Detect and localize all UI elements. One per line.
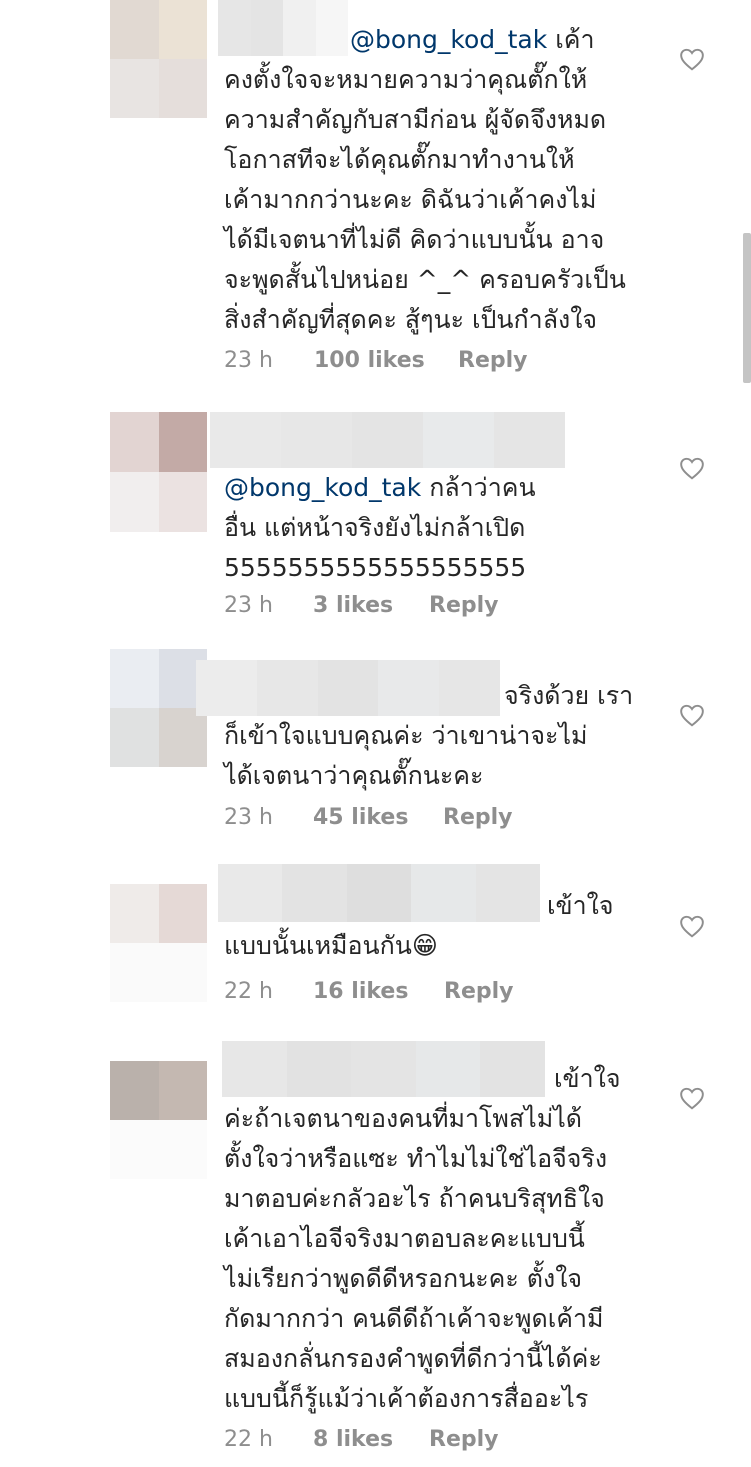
blur-block xyxy=(352,412,423,468)
comment-line: เค้าเอาไอจีจริงมาตอบละคะแบบนี้ xyxy=(224,1224,585,1253)
comment-line: 5555555555555555555 xyxy=(224,553,527,582)
avatar-pixel xyxy=(110,472,159,532)
comment-text: จริงด้วย เรา ก็เข้าใจแบบคุณค่ะ ว่าเขาน่า… xyxy=(224,676,664,796)
comment-line: จริงด้วย เรา xyxy=(504,681,634,710)
likes-count[interactable]: 8 likes xyxy=(313,1427,393,1452)
comment-line: เข้าใจ xyxy=(554,1064,621,1093)
reply-button[interactable]: Reply xyxy=(429,1427,499,1452)
comment-line: โอกาสทีจะได้คุณตั๊กมาทำงานให้ xyxy=(224,145,575,174)
comment-time: 23 h xyxy=(224,348,273,373)
comment: @bong_kod_tak กล้าว่าคน อื่น แต่หน้าจริง… xyxy=(0,410,751,640)
blur-block xyxy=(210,412,281,468)
comment-line: ความสำคัญกับสามีก่อน ผู้จัดจึงหมด xyxy=(224,105,607,134)
likes-count[interactable]: 100 likes xyxy=(314,348,425,373)
avatar[interactable] xyxy=(110,412,207,532)
comment: จริงด้วย เรา ก็เข้าใจแบบคุณค่ะ ว่าเขาน่า… xyxy=(0,648,751,848)
comment-line: แบบนี้ก็รู้แม้ว่าเค้าต้องการสื่ออะไร xyxy=(224,1384,589,1413)
reply-button[interactable]: Reply xyxy=(458,348,528,373)
avatar-pixel xyxy=(110,1120,159,1179)
avatar-pixel xyxy=(158,1120,207,1179)
comment-line: ไม่เรียกว่าพูดดีดีหรอกนะคะ ตั้งใจ xyxy=(224,1264,583,1293)
heart-icon[interactable] xyxy=(679,47,705,71)
comment-line: @bong_kod_tak กล้าว่าคน xyxy=(224,468,664,508)
blur-block xyxy=(494,412,565,468)
comment: เข้าใจ ค่ะถ้าเจตนาของคนที่มาโพสไม่ได้ ตั… xyxy=(0,1040,751,1467)
avatar-pixel xyxy=(158,412,207,472)
comment-line: มาตอบค่ะกลัวอะไร ถ้าคนบริสุทธิใจ xyxy=(224,1184,605,1213)
avatar-pixel xyxy=(110,884,159,943)
comment-line-text: เค้า xyxy=(555,25,595,54)
comment-line: สมองกลั่นกรองคำพูดที่ดีกว่านี้ได้ค่ะ xyxy=(224,1344,602,1373)
reply-button[interactable]: Reply xyxy=(429,593,499,618)
avatar-pixel xyxy=(110,649,159,708)
mention-link[interactable]: @bong_kod_tak xyxy=(224,473,421,502)
comment-line: เข้าใจ xyxy=(547,891,614,920)
likes-count[interactable]: 16 likes xyxy=(313,979,408,1004)
comment-line: ได้เจตนาว่าคุณตั๊กนะคะ xyxy=(224,761,484,790)
avatar-pixel xyxy=(158,708,207,767)
comment-line: ก็เข้าใจแบบคุณค่ะ ว่าเขาน่าจะไม่ xyxy=(224,721,588,750)
heart-icon[interactable] xyxy=(679,914,705,938)
avatar-pixel xyxy=(158,1061,207,1120)
heart-icon[interactable] xyxy=(679,703,705,727)
avatar-pixel xyxy=(110,708,159,767)
likes-count[interactable]: 45 likes xyxy=(313,805,408,830)
avatar[interactable] xyxy=(110,884,207,1002)
comment-time: 22 h xyxy=(224,1427,273,1452)
avatar[interactable] xyxy=(110,0,207,118)
avatar-pixel xyxy=(158,59,207,118)
avatar-pixel xyxy=(158,0,207,59)
comment-line: @bong_kod_tak เค้า xyxy=(224,20,664,60)
comment-line-text: กล้าว่าคน xyxy=(429,473,536,502)
comment-text: @bong_kod_tak กล้าว่าคน อื่น แต่หน้าจริง… xyxy=(224,468,664,588)
heart-icon[interactable] xyxy=(679,1086,705,1110)
blur-block xyxy=(423,412,494,468)
comment-time: 23 h xyxy=(224,593,273,618)
avatar-pixel xyxy=(158,943,207,1002)
comment-line: คงตั้งใจจะหมายความว่าคุณตั๊กให้ xyxy=(224,65,588,94)
comment-text: @bong_kod_tak เค้า คงตั้งใจจะหมายความว่า… xyxy=(224,20,664,340)
comment-text: เข้าใจ แบบนั้นเหมือนกัน😁 xyxy=(224,886,664,966)
blurred-username[interactable] xyxy=(210,412,565,468)
avatar-pixel xyxy=(110,1061,159,1120)
comment-time: 23 h xyxy=(224,805,273,830)
comment-line: ได้มีเจตนาที่ไม่ดี คิดว่าแบบนั้น อาจ xyxy=(224,225,605,254)
comment-line: ตั้งใจว่าหรือแซะ ทำไมไม่ใช่ไอจีจริง xyxy=(224,1144,608,1173)
comments-page: @bong_kod_tak เค้า คงตั้งใจจะหมายความว่า… xyxy=(0,0,751,1467)
avatar-pixel xyxy=(110,59,159,118)
avatar-pixel xyxy=(110,412,159,472)
avatar-pixel xyxy=(110,943,159,1002)
comment-line: สิ่งสำคัญที่สุดคะ สู้ๆนะ เป็นกำลังใจ xyxy=(224,305,598,334)
reply-button[interactable]: Reply xyxy=(443,805,513,830)
scrollbar[interactable] xyxy=(743,233,751,383)
avatar-pixel xyxy=(158,472,207,532)
blur-block xyxy=(281,412,352,468)
comment-text: เข้าใจ ค่ะถ้าเจตนาของคนที่มาโพสไม่ได้ ตั… xyxy=(224,1059,664,1419)
comment: เข้าใจ แบบนั้นเหมือนกัน😁 22 h 16 likes R… xyxy=(0,862,751,1032)
mention-link[interactable]: @bong_kod_tak xyxy=(350,25,547,54)
likes-count[interactable]: 3 likes xyxy=(313,593,393,618)
comment: @bong_kod_tak เค้า คงตั้งใจจะหมายความว่า… xyxy=(0,0,751,400)
avatar[interactable] xyxy=(110,1061,207,1179)
heart-icon[interactable] xyxy=(679,456,705,480)
comment-line: จะพูดสั้นไปหน่อย ^_^ ครอบครัวเป็น xyxy=(224,265,626,294)
comment-line: กัดมากกว่า คนดีดีถ้าเค้าจะพูดเค้ามี xyxy=(224,1304,604,1333)
reply-button[interactable]: Reply xyxy=(444,979,514,1004)
avatar-pixel xyxy=(158,884,207,943)
comment-line: แบบนั้นเหมือนกัน😁 xyxy=(224,931,438,960)
comment-line: อื่น แต่หน้าจริงยังไม่กล้าเปิด xyxy=(224,513,526,542)
avatar-pixel xyxy=(110,0,159,59)
comment-line: ค่ะถ้าเจตนาของคนที่มาโพสไม่ได้ xyxy=(224,1104,583,1133)
comment-time: 22 h xyxy=(224,979,273,1004)
comment-line: เค้ามากกว่านะคะ ดิฉันว่าเค้าคงไม่ xyxy=(224,185,597,214)
avatar[interactable] xyxy=(110,649,207,767)
